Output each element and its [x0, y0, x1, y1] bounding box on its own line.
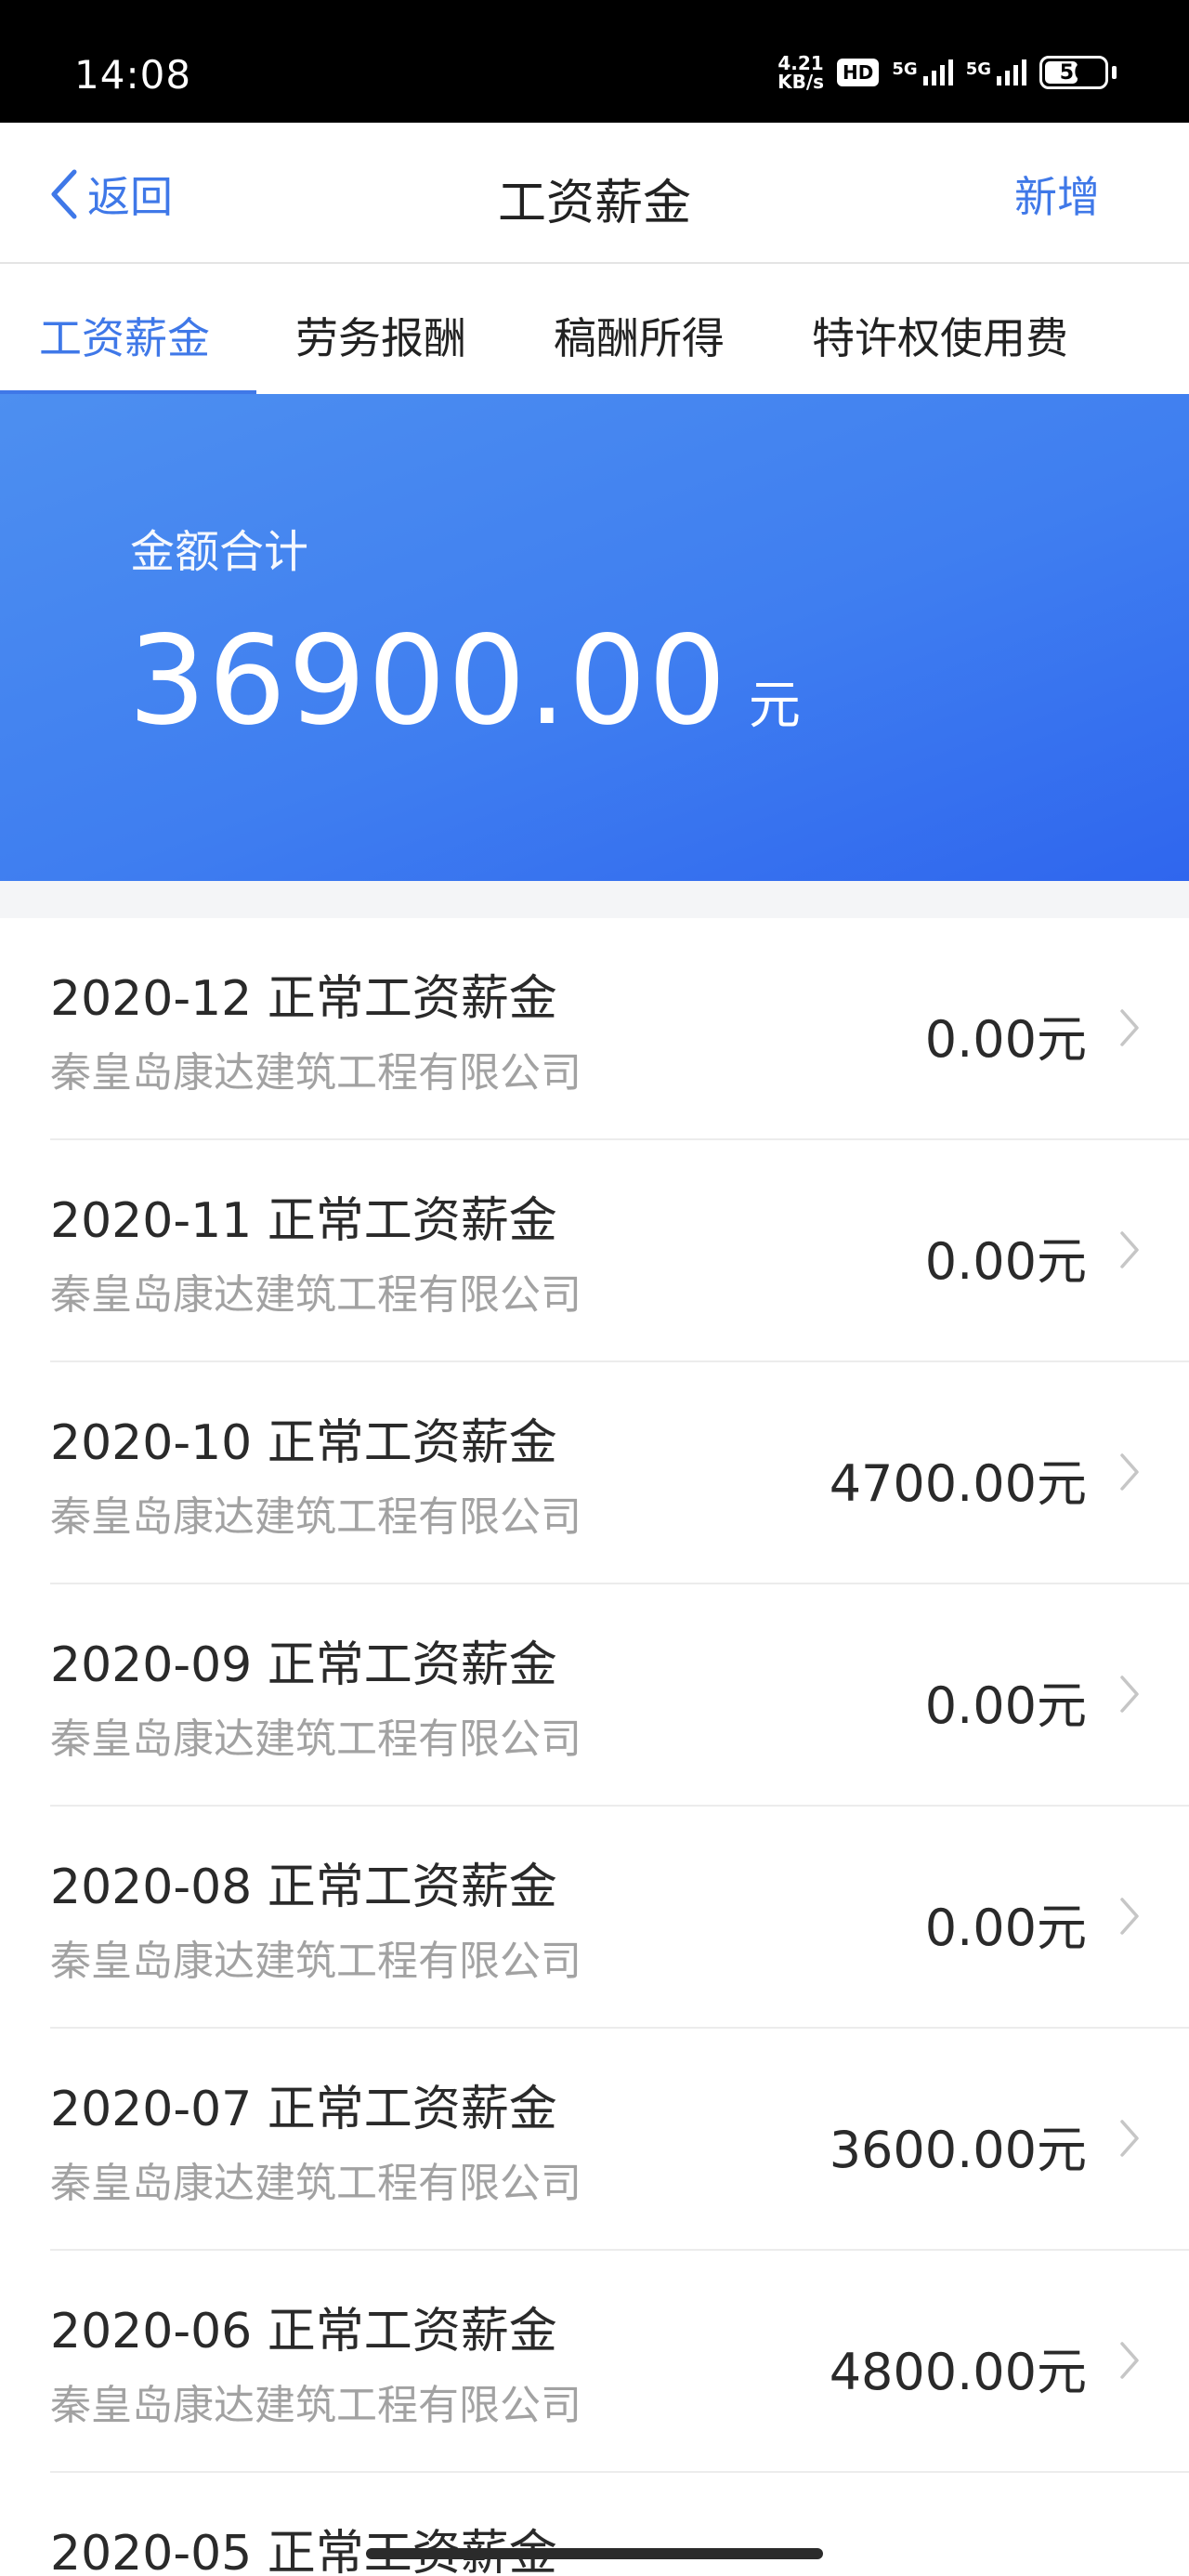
total-amount-value: 36900.00 — [128, 610, 728, 753]
record-amount: 0.00元 — [924, 1676, 1087, 1735]
total-amount-banner: 金额合计 36900.00 元 — [0, 394, 1189, 881]
navigation-bar: 返回 工资薪金 新增 — [0, 123, 1189, 264]
record-company: 秦皇岛康达建筑工程有限公司 — [50, 1715, 581, 1763]
add-button[interactable]: 新增 — [1014, 164, 1100, 225]
record-title: 2020-07 正常工资薪金 — [50, 2082, 557, 2137]
record-title: 2020-06 正常工资薪金 — [50, 2304, 557, 2359]
signal-strength-icon: 5G — [892, 59, 953, 85]
chevron-right-icon — [1120, 1676, 1139, 1713]
signal-strength-icon-2: 5G — [966, 59, 1026, 85]
hd-voice-icon: HD — [837, 59, 880, 86]
chevron-right-icon — [1120, 1231, 1139, 1268]
list-item[interactable]: 2020-09 正常工资薪金秦皇岛康达建筑工程有限公司 0.00元 — [0, 1584, 1189, 1807]
list-item[interactable]: 2020-05 正常工资薪金 — [0, 2473, 1189, 2576]
chevron-right-icon — [1120, 1009, 1139, 1046]
status-time: 14:08 — [74, 52, 192, 98]
network-speed-value: 4.21 — [777, 52, 824, 74]
list-item[interactable]: 2020-08 正常工资薪金秦皇岛康达建筑工程有限公司 0.00元 — [0, 1807, 1189, 2029]
status-bar: 14:08 4.21 KB/s HD 5G 5G 56 — [0, 0, 1189, 123]
record-title: 2020-09 正常工资薪金 — [50, 1637, 557, 1693]
network-type-label: 5G — [892, 59, 918, 79]
record-amount: 3600.00元 — [829, 2121, 1087, 2179]
list-item[interactable]: 2020-12 正常工资薪金秦皇岛康达建筑工程有限公司 0.00元 — [0, 918, 1189, 1140]
tab-author-remuneration[interactable]: 稿酬所得 — [554, 305, 725, 366]
battery-cap — [1112, 66, 1117, 79]
page-title: 工资薪金 — [497, 176, 691, 231]
chevron-right-icon — [1120, 2120, 1139, 2157]
record-title: 2020-05 正常工资薪金 — [50, 2526, 557, 2576]
record-company: 秦皇岛康达建筑工程有限公司 — [50, 1493, 581, 1541]
record-amount: 4800.00元 — [829, 2343, 1087, 2401]
record-company: 秦皇岛康达建筑工程有限公司 — [50, 1271, 581, 1319]
chevron-right-icon — [1120, 1453, 1139, 1491]
network-speed: 4.21 KB/s — [777, 54, 824, 91]
network-type-label-2: 5G — [965, 59, 991, 79]
battery-level: 56 — [1059, 60, 1089, 85]
record-company: 秦皇岛康达建筑工程有限公司 — [50, 1049, 581, 1097]
list-item[interactable]: 2020-06 正常工资薪金秦皇岛康达建筑工程有限公司 4800.00元 — [0, 2251, 1189, 2473]
list-item[interactable]: 2020-11 正常工资薪金秦皇岛康达建筑工程有限公司 0.00元 — [0, 1140, 1189, 1362]
record-title: 2020-08 正常工资薪金 — [50, 1860, 557, 1915]
record-amount: 0.00元 — [924, 1899, 1087, 1957]
tab-wages[interactable]: 工资薪金 — [39, 305, 210, 366]
tab-royalties[interactable]: 特许权使用费 — [812, 305, 1068, 366]
chevron-right-icon — [1120, 2342, 1139, 2379]
income-record-list: 2020-12 正常工资薪金 秦皇岛康达建筑工程有限公司 0.00元 2020-11 … — [0, 918, 1189, 2576]
network-speed-unit: KB/s — [777, 71, 825, 93]
record-amount: 4700.00元 — [829, 1454, 1087, 1513]
tab-labor-remuneration[interactable]: 劳务报酬 — [295, 305, 466, 366]
page: 14:08 4.21 KB/s HD 5G 5G 56 返回 工资薪金 新增 工… — [0, 0, 1189, 2576]
list-item[interactable]: 2020-07 正常工资薪金秦皇岛康达建筑工程有限公司 3600.00元 — [0, 2029, 1189, 2251]
record-amount: 0.00元 — [924, 1232, 1087, 1291]
list-item[interactable]: 2020-10 正常工资薪金秦皇岛康达建筑工程有限公司 4700.00元 — [0, 1362, 1189, 1584]
total-amount-label: 金额合计 — [130, 526, 309, 578]
total-amount-row: 36900.00 元 — [128, 610, 801, 753]
record-company: 秦皇岛康达建筑工程有限公司 — [50, 2160, 581, 2207]
status-indicators: 4.21 KB/s HD 5G 5G 56 — [777, 54, 1117, 91]
record-company: 秦皇岛康达建筑工程有限公司 — [50, 2382, 581, 2429]
battery-icon: 56 — [1039, 56, 1108, 89]
record-title: 2020-11 正常工资薪金 — [50, 1193, 557, 1249]
record-amount: 0.00元 — [924, 1010, 1087, 1069]
income-type-tabs: 工资薪金 劳务报酬 稿酬所得 特许权使用费 — [0, 264, 1189, 394]
record-title: 2020-10 正常工资薪金 — [50, 1415, 557, 1471]
chevron-right-icon — [1120, 1898, 1139, 1935]
record-company: 秦皇岛康达建筑工程有限公司 — [50, 1938, 581, 1985]
total-amount-unit: 元 — [748, 676, 801, 736]
home-indicator[interactable] — [366, 2548, 823, 2559]
record-title: 2020-12 正常工资薪金 — [50, 971, 557, 1027]
